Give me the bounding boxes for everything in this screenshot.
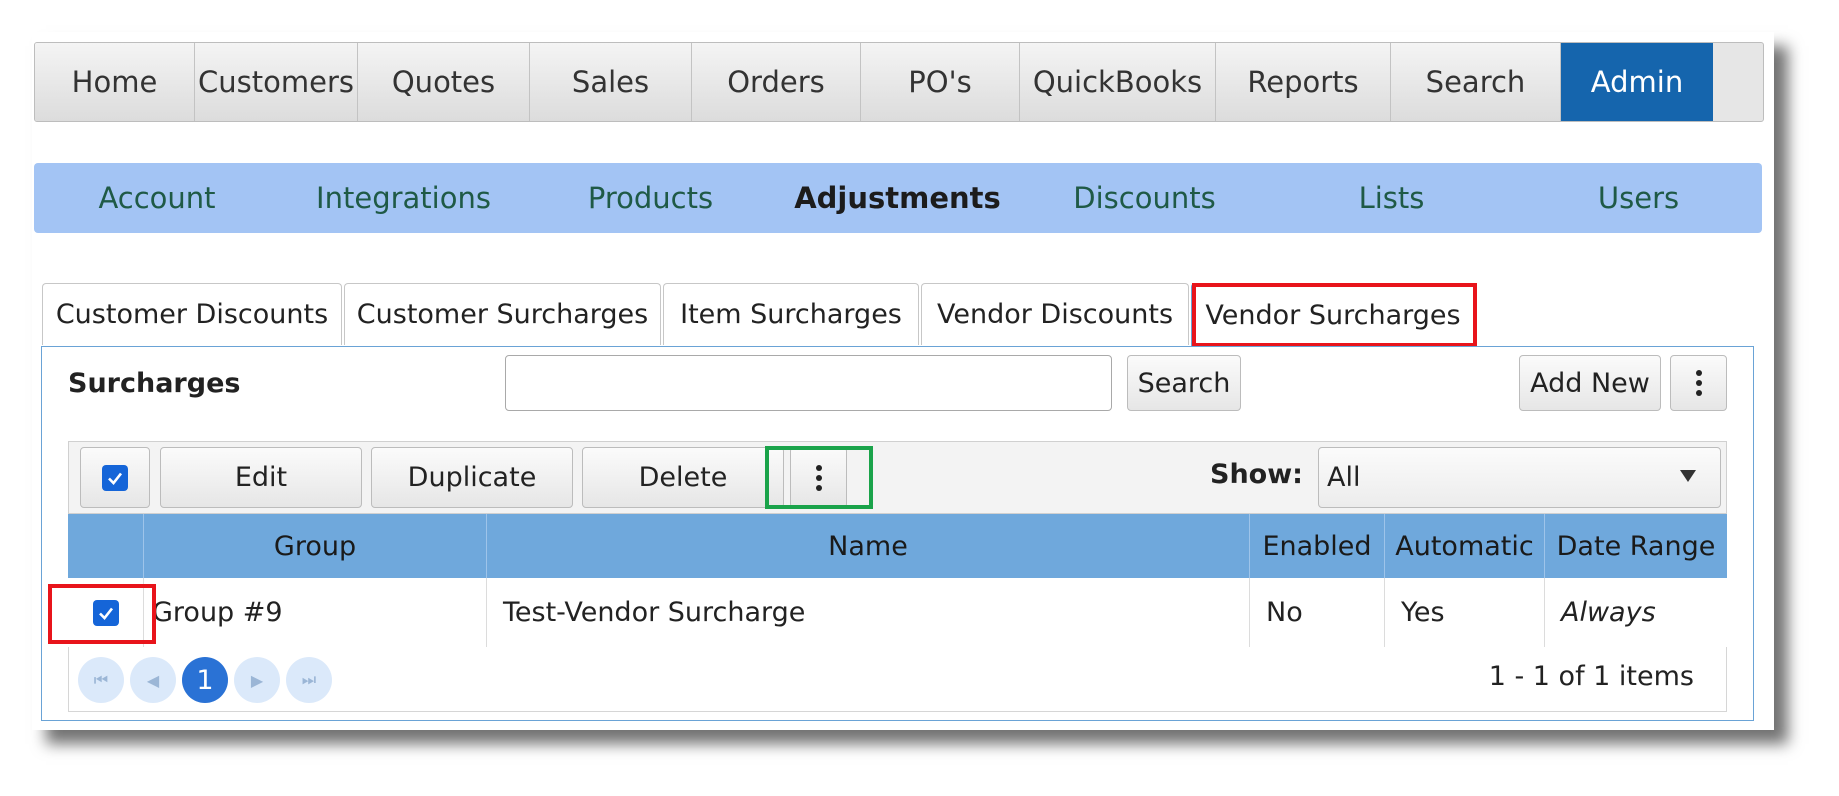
nav-search[interactable]: Search <box>1391 43 1561 121</box>
panel-title: Surcharges <box>68 368 241 399</box>
show-filter-select[interactable]: All <box>1318 447 1721 508</box>
admin-sub-nav: Account Integrations Products Adjustment… <box>34 163 1762 233</box>
row-checkbox[interactable] <box>92 599 119 626</box>
header-group[interactable]: Group <box>144 514 487 578</box>
check-icon <box>108 472 123 485</box>
subnav-products[interactable]: Products <box>527 163 774 233</box>
tab-customer-discounts[interactable]: Customer Discounts <box>42 283 342 345</box>
last-page-icon[interactable]: ⏭ <box>286 657 332 703</box>
header-automatic[interactable]: Automatic <box>1385 514 1545 578</box>
kebab-dot-icon <box>815 474 822 481</box>
first-page-icon[interactable]: ⏮ <box>78 657 124 703</box>
check-icon <box>98 607 113 620</box>
tab-vendor-surcharges[interactable]: Vendor Surcharges <box>1191 283 1475 347</box>
select-all-checkbox[interactable] <box>102 464 128 491</box>
pager: ⏮ ◀ 1 ▶ ⏭ 1 - 1 of 1 items <box>68 647 1727 712</box>
toolbar-more-menu-button[interactable] <box>790 447 847 508</box>
kebab-dot-icon <box>1695 380 1702 386</box>
current-page-button[interactable]: 1 <box>182 657 228 703</box>
row-select-cell <box>68 578 144 647</box>
kebab-dot-icon <box>1695 390 1702 396</box>
subnav-account[interactable]: Account <box>34 163 280 233</box>
header-enabled[interactable]: Enabled <box>1250 514 1385 578</box>
tab-item-surcharges[interactable]: Item Surcharges <box>663 283 919 345</box>
cell-automatic: Yes <box>1385 578 1545 647</box>
header-select-cell <box>68 514 144 578</box>
kebab-dot-icon <box>1695 370 1702 376</box>
pager-info: 1 - 1 of 1 items <box>1488 661 1694 692</box>
nav-quickbooks[interactable]: QuickBooks <box>1020 43 1216 121</box>
nav-quotes[interactable]: Quotes <box>358 43 530 121</box>
kebab-dot-icon <box>815 464 822 471</box>
cell-enabled: No <box>1250 578 1385 647</box>
cell-name: Test-Vendor Surcharge <box>487 578 1250 647</box>
edit-button[interactable]: Edit <box>160 447 362 508</box>
nav-orders[interactable]: Orders <box>692 43 861 121</box>
subnav-users[interactable]: Users <box>1515 163 1762 233</box>
nav-pos[interactable]: PO's <box>861 43 1020 121</box>
subnav-adjustments[interactable]: Adjustments <box>774 163 1021 233</box>
table-row[interactable]: Group #9 Test-Vendor Surcharge No Yes Al… <box>68 578 1727 648</box>
table-header: Group Name Enabled Automatic Date Range <box>68 514 1727 578</box>
panel-more-menu-button[interactable] <box>1670 355 1727 411</box>
select-all-checkbox-wrapper[interactable] <box>80 447 150 508</box>
tab-customer-surcharges[interactable]: Customer Surcharges <box>344 283 661 345</box>
nav-reports[interactable]: Reports <box>1216 43 1391 121</box>
add-new-button[interactable]: Add New <box>1519 355 1661 411</box>
search-input[interactable] <box>505 355 1112 411</box>
header-name[interactable]: Name <box>487 514 1250 578</box>
next-page-icon[interactable]: ▶ <box>234 657 280 703</box>
main-nav: Home Customers Quotes Sales Orders PO's … <box>34 42 1764 122</box>
cell-date-range: Always <box>1561 597 1656 628</box>
subnav-discounts[interactable]: Discounts <box>1021 163 1268 233</box>
cell-group: Group #9 <box>144 578 487 647</box>
search-button[interactable]: Search <box>1127 355 1241 411</box>
previous-page-icon[interactable]: ◀ <box>130 657 176 703</box>
nav-sales[interactable]: Sales <box>530 43 692 121</box>
nav-admin[interactable]: Admin <box>1561 43 1713 121</box>
nav-home[interactable]: Home <box>35 43 195 121</box>
show-filter-value: All <box>1327 462 1361 493</box>
subnav-lists[interactable]: Lists <box>1268 163 1515 233</box>
show-filter-label: Show: <box>1210 459 1303 490</box>
duplicate-button[interactable]: Duplicate <box>371 447 573 508</box>
chevron-down-icon <box>1680 470 1696 482</box>
header-date-range[interactable]: Date Range <box>1545 514 1727 578</box>
nav-customers[interactable]: Customers <box>195 43 358 121</box>
kebab-dot-icon <box>815 484 822 491</box>
delete-button[interactable]: Delete <box>582 447 784 508</box>
subnav-integrations[interactable]: Integrations <box>280 163 527 233</box>
tab-vendor-discounts[interactable]: Vendor Discounts <box>921 283 1189 345</box>
adjustment-tabs: Customer Discounts Customer Surcharges I… <box>42 283 1477 347</box>
